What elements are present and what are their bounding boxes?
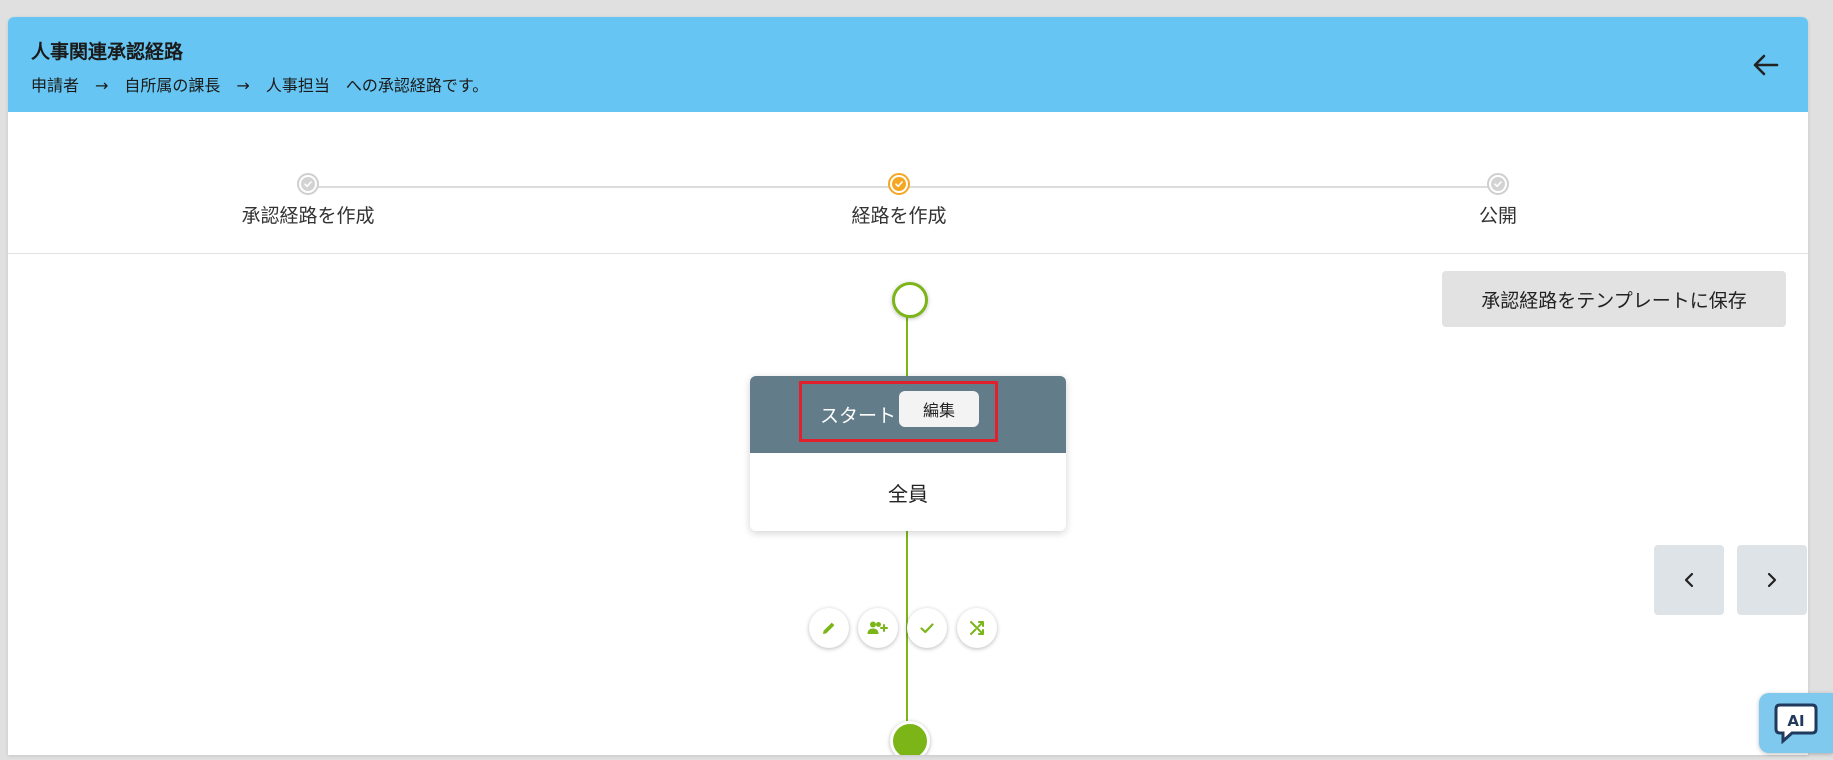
- shuffle-icon: [970, 621, 984, 635]
- arrow-left-icon: [1753, 54, 1779, 76]
- chevron-left-icon: [1684, 572, 1694, 588]
- flow-end-circle: [890, 721, 930, 755]
- step-dot: [297, 173, 319, 195]
- step-label: 公開: [1478, 205, 1517, 227]
- page-subtitle: 申請者 → 自所属の課長 → 人事担当 への承認経路です。: [31, 76, 489, 95]
- check-icon: [920, 623, 934, 634]
- step-dot-active: [888, 173, 910, 195]
- step-create-path[interactable]: 経路を作成: [749, 173, 1049, 228]
- step-create-route[interactable]: 承認経路を作成: [158, 173, 458, 228]
- stepper-divider: [8, 253, 1808, 254]
- ai-chat-icon: AI: [1774, 703, 1818, 745]
- start-node-body: 全員: [888, 481, 928, 506]
- check-icon: [304, 181, 312, 188]
- start-node-label: スタート: [820, 405, 897, 427]
- step-publish[interactable]: 公開: [1348, 173, 1648, 228]
- check-icon: [1494, 181, 1502, 188]
- flow-connector: [906, 314, 908, 376]
- approval-route-panel: 人事関連承認経路 申請者 → 自所属の課長 → 人事担当 への承認経路です。 承…: [8, 17, 1808, 755]
- edit-step-button[interactable]: [809, 608, 849, 648]
- branch-step-button[interactable]: [957, 608, 997, 648]
- back-button[interactable]: [1748, 47, 1784, 83]
- save-as-template-button[interactable]: 承認経路をテンプレートに保存: [1442, 271, 1786, 327]
- check-icon: [895, 181, 903, 188]
- edit-button[interactable]: 編集: [899, 391, 979, 427]
- flow-start-circle: [892, 282, 928, 318]
- add-approver-button[interactable]: [858, 608, 898, 648]
- prev-button[interactable]: [1654, 545, 1724, 615]
- ai-label: AI: [1787, 712, 1804, 730]
- step-label: 経路を作成: [851, 205, 947, 227]
- start-node-card: スタート 編集 全員: [750, 376, 1066, 531]
- approve-step-button[interactable]: [907, 608, 947, 648]
- start-node-header: スタート 編集: [750, 376, 1066, 453]
- chevron-right-icon: [1767, 572, 1777, 588]
- person-add-icon: [867, 621, 888, 634]
- step-dot: [1487, 173, 1509, 195]
- next-button[interactable]: [1737, 545, 1807, 615]
- pencil-icon: [823, 622, 835, 634]
- page-title: 人事関連承認経路: [31, 41, 184, 63]
- ai-assistant-button[interactable]: AI: [1759, 693, 1833, 753]
- page-header: 人事関連承認経路 申請者 → 自所属の課長 → 人事担当 への承認経路です。: [8, 17, 1808, 112]
- step-label: 承認経路を作成: [241, 205, 375, 227]
